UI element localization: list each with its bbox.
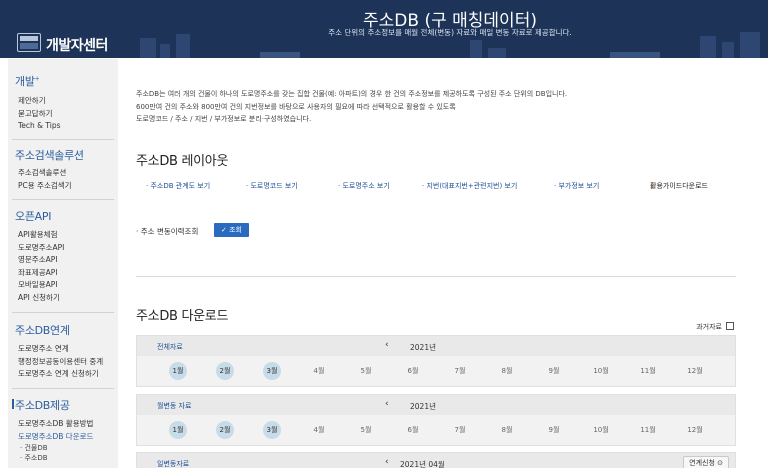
site-header: 개발자센터 주소DB (구 매칭데이터) 주소 단위의 주소정보를 매월 전체(… (0, 0, 768, 58)
sidebar-divider (12, 388, 114, 389)
daily-change-panel: 일변동자료 ‹ 2021년 04월 연계신청 ⊙ (136, 452, 736, 468)
panel-name: 일변동자료 (157, 460, 190, 468)
sidebar-heading-api[interactable]: 오픈API (8, 208, 118, 224)
link-road-code[interactable]: · 도로명코드 보기 (246, 181, 298, 191)
month-button: 4월 (313, 367, 325, 375)
sidebar-item-road-link[interactable]: 도로명주소 연계 (8, 343, 118, 356)
sidebar-item-coord-api[interactable]: 좌표제공API (8, 267, 118, 280)
month-button: 11월 (640, 426, 656, 434)
month-button: 8월 (501, 426, 513, 434)
year-label: 2021년 (410, 343, 436, 352)
month-button[interactable]: 1월 (169, 362, 187, 380)
month-button: 9월 (548, 367, 560, 375)
sidebar-item-admin-relay[interactable]: 행정정보공동이용센터 중계 (8, 356, 118, 369)
month-button: 6월 (407, 426, 419, 434)
month-button: 4월 (313, 426, 325, 434)
sidebar-item-road-api[interactable]: 도로명주소API (8, 242, 118, 255)
year-month-label: 2021년 04월 (400, 460, 445, 468)
month-button[interactable]: 2월 (216, 362, 234, 380)
sidebar-section-provide: 주소DB제공 도로명주소DB 활용방법 도로명주소DB 다운로드 · 건물DB … (8, 397, 118, 463)
sidebar-item-english-api[interactable]: 영문주소API (8, 254, 118, 267)
sidebar-item-tech[interactable]: Tech & Tips (8, 120, 118, 133)
panel-header: 일변동자료 ‹ 2021년 04월 연계신청 ⊙ (137, 453, 735, 468)
link-relation-diagram[interactable]: · 주소DB 관계도 보기 (146, 181, 210, 191)
description-line: 도로명코드 / 주소 / 지번 / 부가정보로 분리·구성하였습니다. (136, 115, 312, 123)
link-request-button[interactable]: 연계신청 ⊙ (683, 456, 729, 468)
month-button: 10월 (593, 367, 609, 375)
sidebar-item-db-download[interactable]: 도로명주소DB 다운로드 (8, 431, 118, 444)
sidebar-item-db-usage[interactable]: 도로명주소DB 활용방법 (8, 418, 118, 431)
past-data-toggle[interactable]: 과거자료 (696, 322, 734, 332)
month-button[interactable]: 1월 (169, 421, 187, 439)
month-button: 9월 (548, 426, 560, 434)
panel-name: 월변동 자료 (157, 402, 192, 410)
sidebar-item-link-apply[interactable]: 도로명주소 연계 신청하기 (8, 368, 118, 381)
month-button[interactable]: 3월 (263, 362, 281, 380)
sidebar-section-dev: 개발+ 제안하기 묻고답하기 Tech & Tips (8, 73, 118, 133)
sidebar-heading-search[interactable]: 주소검색솔루션 (8, 147, 118, 163)
layout-title: 주소DB 레이아웃 (136, 154, 229, 169)
sidebar: 개발+ 제안하기 묻고답하기 Tech & Tips 주소검색솔루션 주소검색솔… (8, 59, 118, 468)
divider (136, 276, 736, 277)
month-button: 12월 (687, 367, 703, 375)
description: 주소DB는 여러 개의 건물이 하나의 도로명주소를 갖는 집합 건물(예: 아… (136, 88, 736, 126)
sidebar-subitem-address-db[interactable]: · 주소DB (8, 453, 118, 463)
main-content: 주소DB는 여러 개의 건물이 하나의 도로명주소를 갖는 집합 건물(예: 아… (136, 58, 736, 468)
monthly-change-panel: 월변동 자료 ‹ 2021년 1월 2월 3월 4월 5월 6월 7월 8월 9… (136, 394, 736, 446)
link-lot-number[interactable]: · 지번(대표지번+관련지번) 보기 (422, 181, 517, 191)
brand-title[interactable]: 개발자센터 (46, 35, 108, 55)
prev-month-button[interactable]: ‹ (385, 457, 389, 467)
month-button: 11월 (640, 367, 656, 375)
panel-header: 월변동 자료 ‹ 2021년 (137, 395, 735, 415)
month-button: 7월 (454, 367, 466, 375)
page-subtitle: 주소 단위의 주소정보를 매월 전체(변동) 자료와 매일 변동 자료로 제공합… (328, 28, 572, 37)
past-data-label: 과거자료 (696, 323, 722, 331)
month-button: 6월 (407, 367, 419, 375)
sidebar-divider (12, 199, 114, 200)
description-line: 주소DB는 여러 개의 건물이 하나의 도로명주소를 갖는 집합 건물(예: 아… (136, 90, 568, 98)
sidebar-item-api-trial[interactable]: API활용체험 (8, 229, 118, 242)
sidebar-item-qna[interactable]: 묻고답하기 (8, 108, 118, 121)
month-button[interactable]: 3월 (263, 421, 281, 439)
year-label: 2021년 (410, 402, 436, 411)
month-button[interactable]: 2월 (216, 421, 234, 439)
panel-header: 전체자료 ‹ 2021년 (137, 336, 735, 356)
sidebar-item-search-solution[interactable]: 주소검색솔루션 (8, 167, 118, 180)
sidebar-item-pc-search[interactable]: PC용 주소검색기 (8, 180, 118, 193)
sidebar-section-link: 주소DB연계 도로명주소 연계 행정정보공동이용센터 중계 도로명주소 연계 신… (8, 322, 118, 381)
sidebar-item-suggest[interactable]: 제안하기 (8, 95, 118, 108)
month-button: 10월 (593, 426, 609, 434)
past-data-checkbox[interactable] (726, 322, 734, 330)
query-button[interactable]: ✓ 조회 (214, 223, 249, 237)
month-button: 7월 (454, 426, 466, 434)
sidebar-item-api-apply[interactable]: API 신청하기 (8, 292, 118, 305)
prev-year-button[interactable]: ‹ (385, 340, 389, 350)
month-button: 5월 (360, 426, 372, 434)
download-title: 주소DB 다운로드 (136, 309, 229, 324)
sidebar-section-api: 오픈API API활용체험 도로명주소API 영문주소API 좌표제공API 모… (8, 208, 118, 304)
sidebar-item-mobile-api[interactable]: 모바일용API (8, 279, 118, 292)
prev-year-button[interactable]: ‹ (385, 399, 389, 409)
sidebar-heading-provide[interactable]: 주소DB제공 (8, 397, 118, 413)
sidebar-subitem-building-db[interactable]: · 건물DB (8, 443, 118, 453)
link-road-address[interactable]: · 도로명주소 보기 (338, 181, 390, 191)
history-label: · 주소 변동이력조회 (136, 227, 199, 236)
month-button: 12월 (687, 426, 703, 434)
layout-links: · 주소DB 관계도 보기 · 도로명코드 보기 · 도로명주소 보기 · 지번… (146, 181, 736, 193)
sidebar-section-search: 주소검색솔루션 주소검색솔루션 PC용 주소검색기 (8, 147, 118, 192)
sidebar-heading-dev[interactable]: 개발+ (8, 73, 118, 89)
description-line: 600만여 건의 주소와 800만여 건의 지번정보를 바탕으로 사용자의 필요… (136, 102, 456, 111)
panel-name: 전체자료 (157, 343, 183, 351)
month-button: 5월 (360, 367, 372, 375)
sidebar-divider (12, 312, 114, 313)
link-extra-info[interactable]: · 부가정보 보기 (554, 181, 599, 191)
sidebar-divider (12, 139, 114, 140)
sidebar-heading-link[interactable]: 주소DB연계 (8, 322, 118, 338)
full-data-panel: 전체자료 ‹ 2021년 1월 2월 3월 4월 5월 6월 7월 8월 9월 … (136, 335, 736, 387)
guide-download-label: 활용가이드다운로드 (650, 182, 708, 190)
month-button: 8월 (501, 367, 513, 375)
